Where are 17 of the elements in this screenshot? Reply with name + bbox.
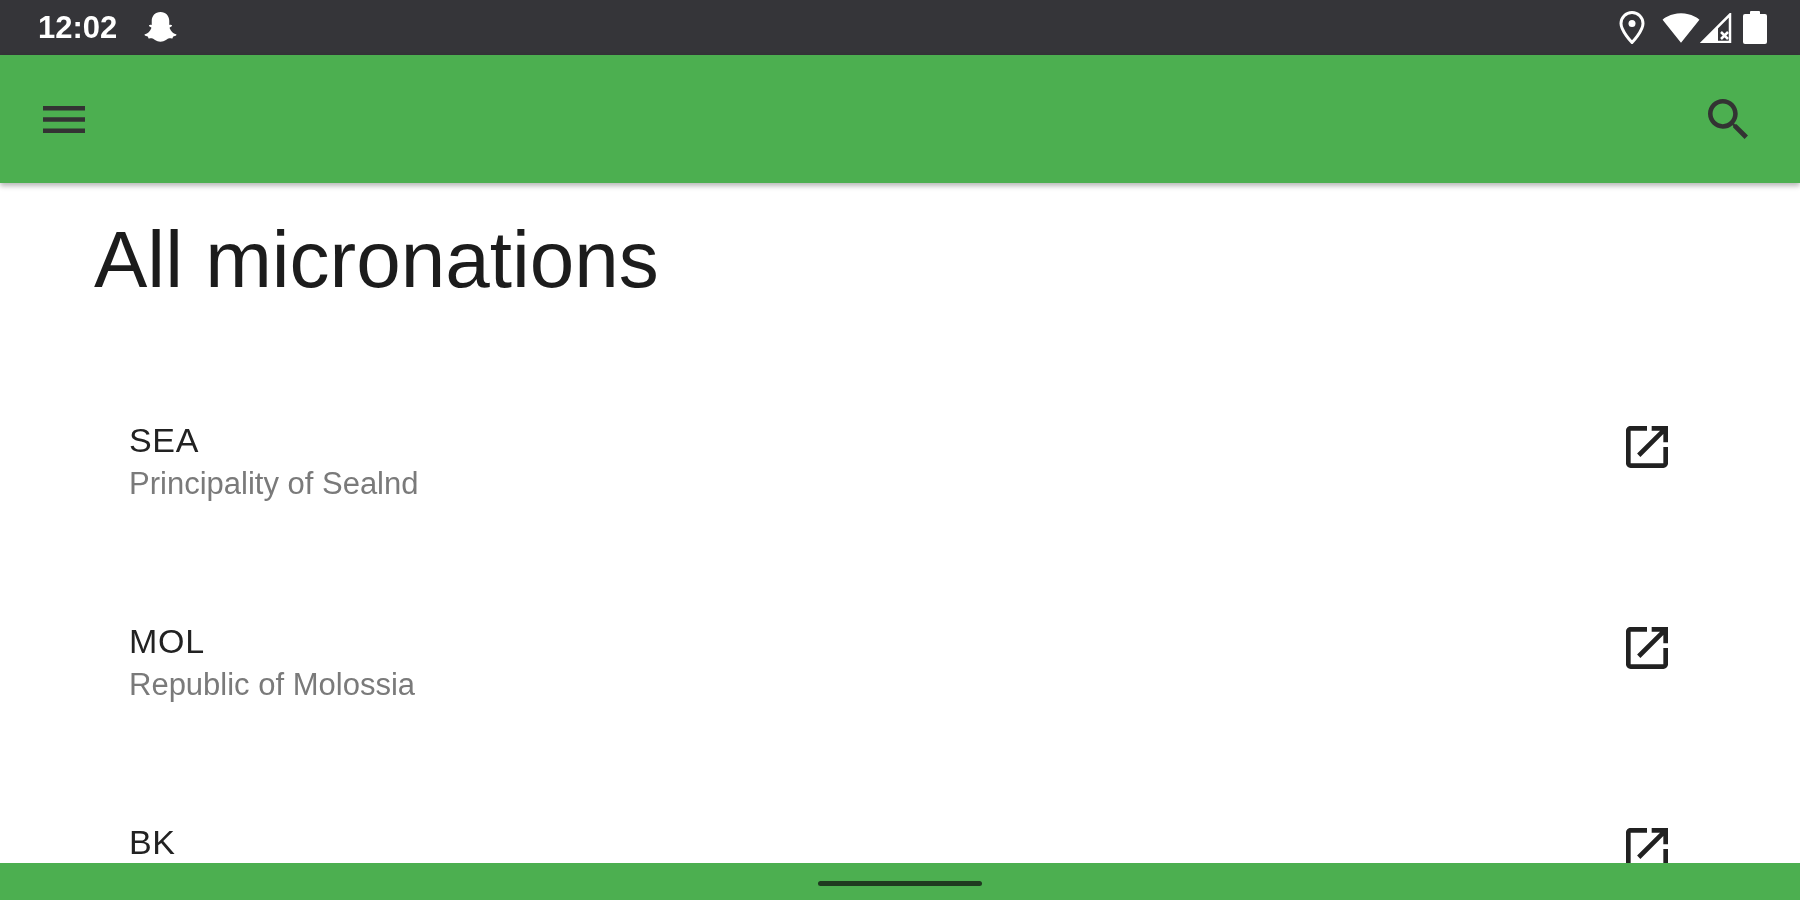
- menu-icon[interactable]: [43, 105, 85, 133]
- status-time: 12:02: [38, 12, 118, 43]
- micronation-name: Principality of Sealnd: [129, 468, 419, 499]
- open-external-icon[interactable]: [1626, 627, 1668, 669]
- micronation-code: BK: [129, 825, 176, 859]
- page-title: All micronations: [94, 220, 659, 300]
- battery-icon: [1743, 11, 1767, 44]
- micronation-code: SEA: [129, 423, 200, 457]
- open-external-icon[interactable]: [1626, 828, 1668, 863]
- micronation-name: Republic of Molossia: [129, 669, 416, 700]
- signal-icon: [1700, 12, 1732, 43]
- search-icon[interactable]: [1708, 99, 1748, 139]
- location-pin-icon: [1619, 11, 1645, 44]
- micronation-code: MOL: [129, 624, 205, 658]
- ghost-icon: [144, 12, 178, 43]
- wifi-icon: [1662, 12, 1700, 43]
- open-external-icon[interactable]: [1626, 426, 1668, 468]
